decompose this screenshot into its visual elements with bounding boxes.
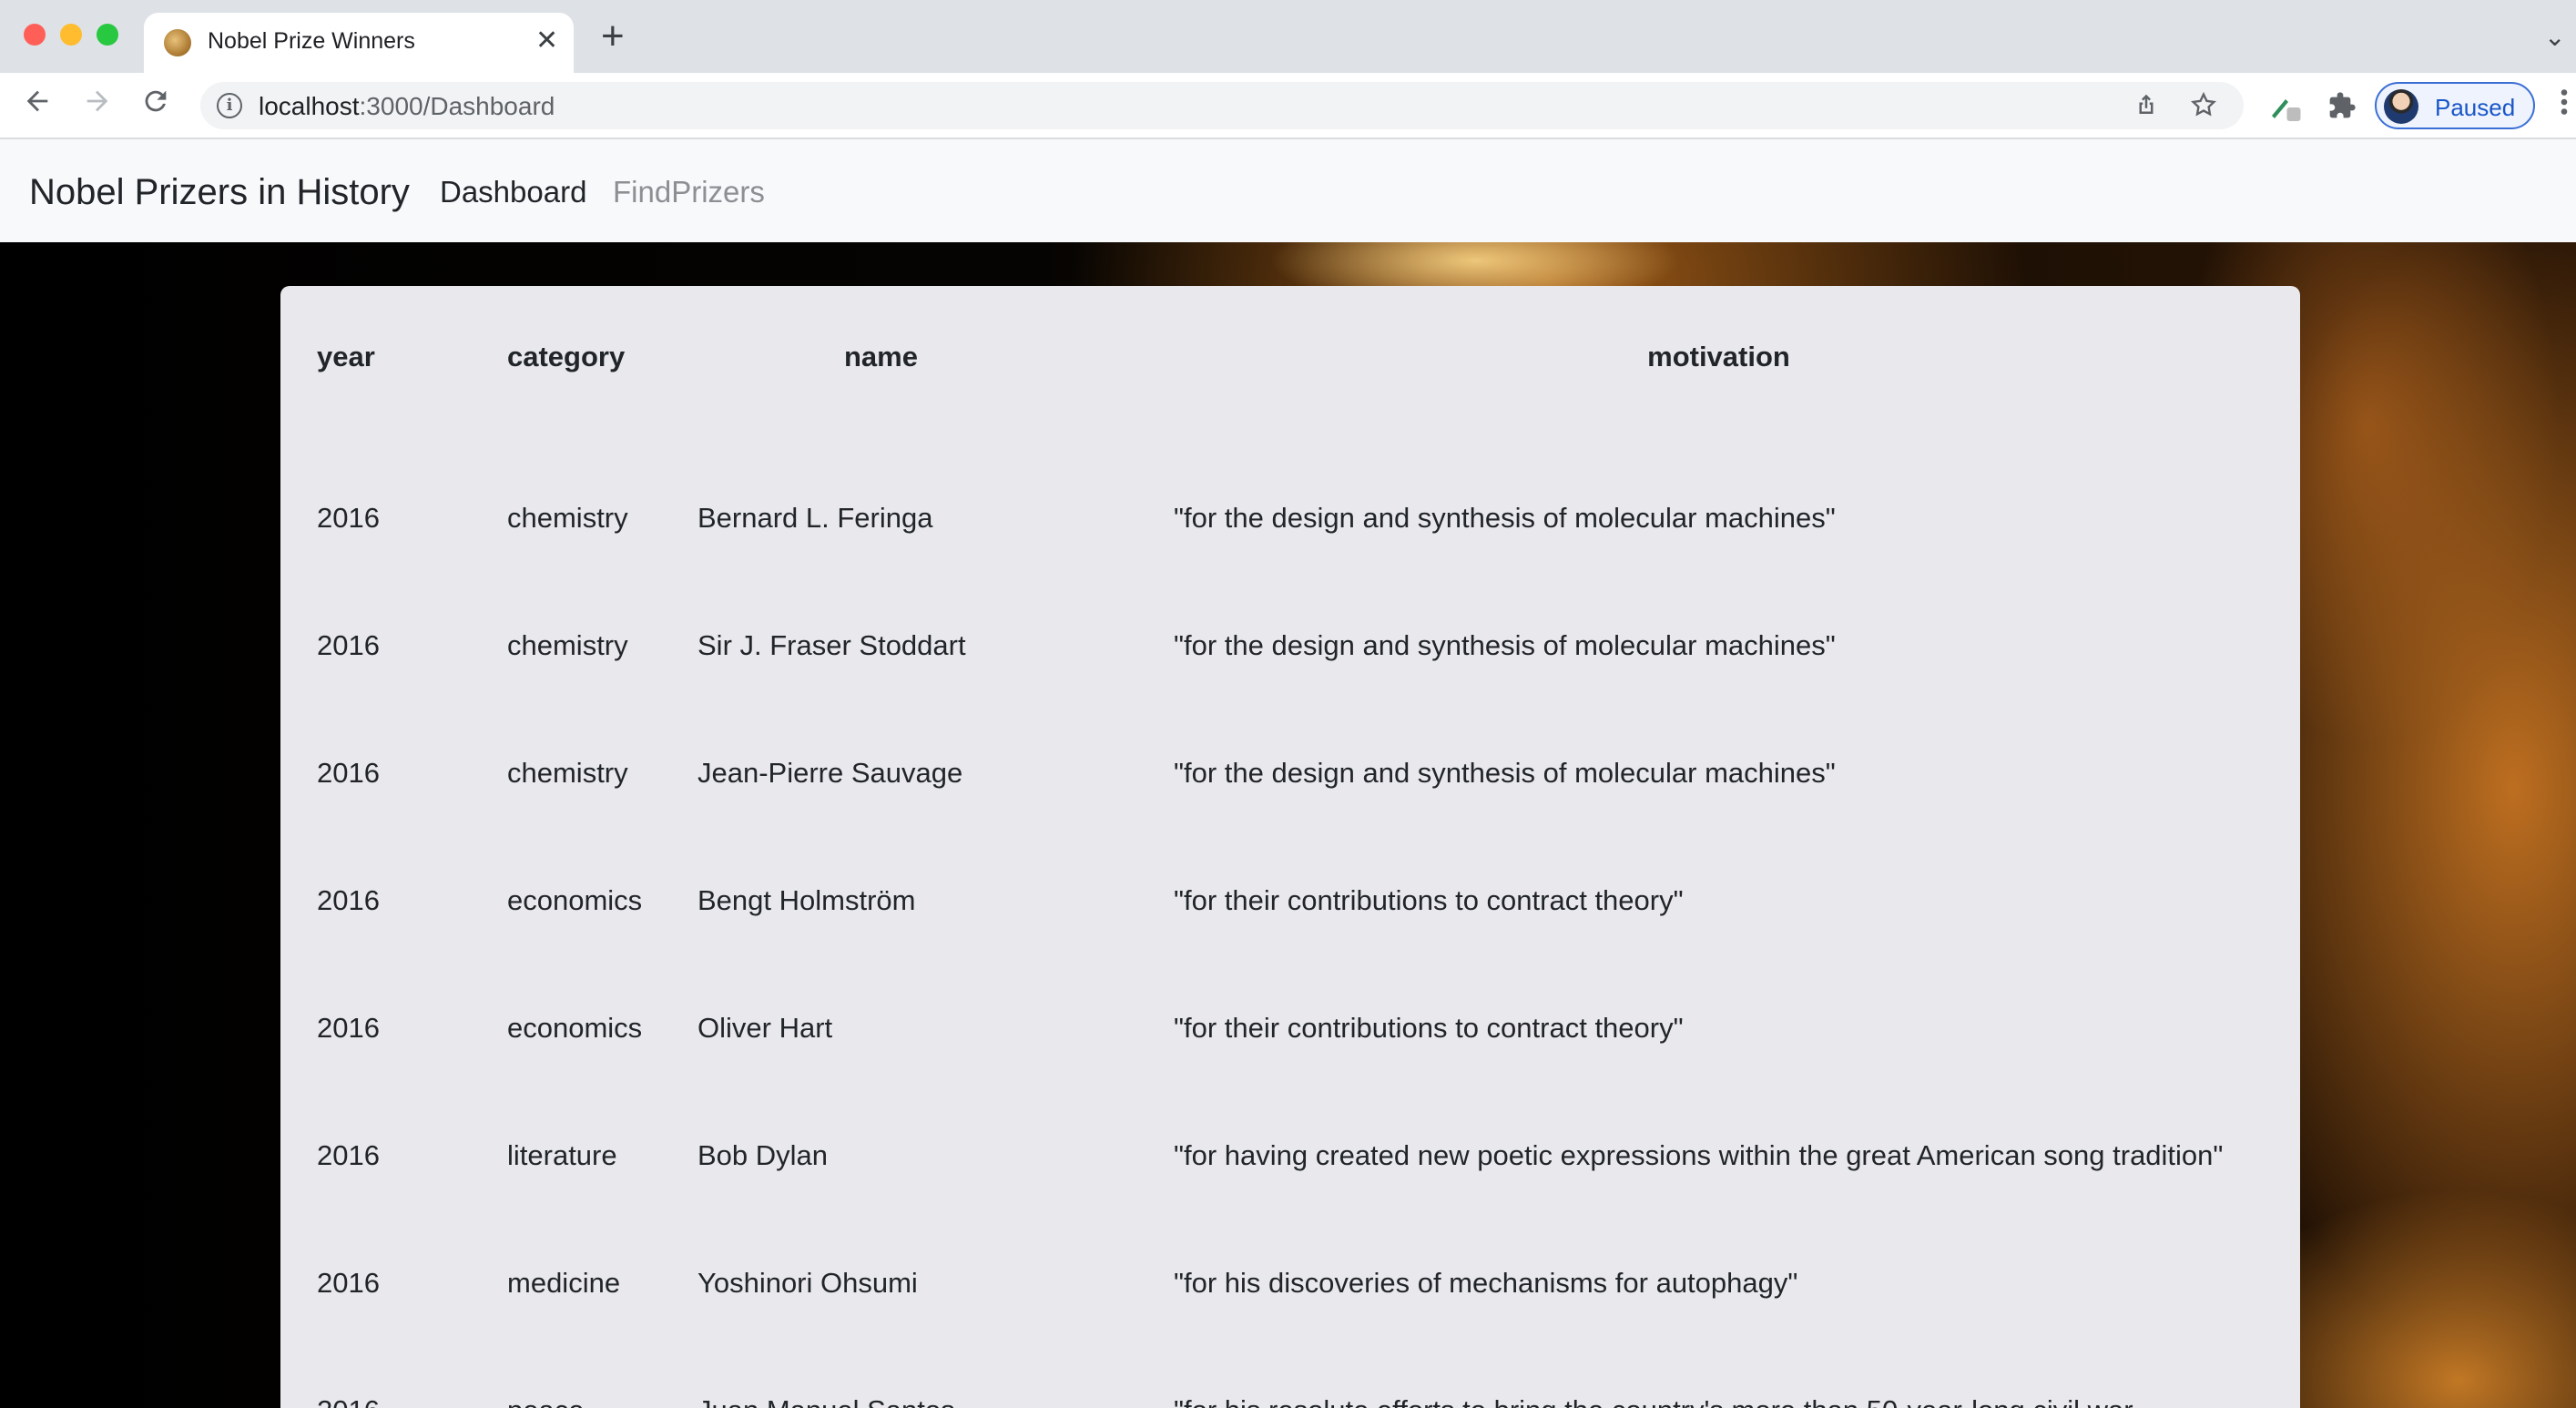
profile-button[interactable]: Paused — [2375, 82, 2535, 129]
cell-year: 2016 — [317, 501, 380, 534]
cell-motivation: "for the design and synthesis of molecul… — [1174, 628, 1836, 661]
cell-year: 2016 — [317, 756, 380, 789]
cell-category: chemistry — [507, 501, 628, 534]
url-text[interactable]: localhost:3000/Dashboard — [259, 92, 555, 121]
table-row: 2016 chemistry Sir J. Fraser Stoddart "f… — [317, 581, 2264, 709]
cell-motivation: "for his resolute efforts to bring the c… — [1174, 1346, 2264, 1408]
browser-tab[interactable]: Nobel Prize Winners ✕ — [144, 13, 574, 73]
cell-category: literature — [507, 1138, 617, 1171]
cell-motivation: "for the design and synthesis of molecul… — [1174, 756, 1836, 789]
table-row: 2016 medicine Yoshinori Ohsumi "for his … — [317, 1219, 2264, 1346]
column-header-year[interactable]: year — [317, 328, 507, 454]
cell-category: medicine — [507, 1266, 621, 1299]
cell-name: Yoshinori Ohsumi — [697, 1266, 918, 1299]
cell-name: Juan Manuel Santos — [697, 1346, 1174, 1408]
cell-name: Sir J. Fraser Stoddart — [697, 628, 966, 661]
cell-name: Bernard L. Feringa — [697, 501, 933, 534]
avatar — [2384, 89, 2418, 124]
table-row: 2016 literature Bob Dylan "for having cr… — [317, 1091, 2264, 1219]
table-row: 2016 economics Oliver Hart "for their co… — [317, 964, 2264, 1091]
cell-motivation: "for their contributions to contract the… — [1174, 1011, 1684, 1044]
table-row: 2016 economics Bengt Holmström "for thei… — [317, 836, 2264, 964]
cell-name: Bengt Holmström — [697, 883, 916, 916]
cell-year: 2016 — [317, 1346, 507, 1408]
cell-category: chemistry — [507, 628, 628, 661]
column-header-motivation[interactable]: motivation — [1174, 328, 2264, 454]
cell-motivation: "for having created new poetic expressio… — [1174, 1138, 2224, 1171]
column-header-name[interactable]: name — [697, 328, 1174, 454]
cell-motivation: "for his discoveries of mechanisms for a… — [1174, 1266, 1798, 1299]
browser-tab-strip: Nobel Prize Winners ✕ + ⌄ — [0, 0, 2576, 73]
cell-year: 2016 — [317, 883, 380, 916]
cell-year: 2016 — [317, 1266, 380, 1299]
bookmark-star-icon[interactable] — [2189, 89, 2218, 128]
tab-close-icon[interactable]: ✕ — [535, 26, 558, 56]
share-icon[interactable] — [2133, 89, 2160, 128]
url-host: localhost — [259, 92, 360, 120]
column-header-category[interactable]: category — [507, 328, 697, 454]
table-header-row: year category name motivation — [317, 328, 2264, 454]
cell-name: Oliver Hart — [697, 1011, 833, 1044]
cell-year: 2016 — [317, 628, 380, 661]
prize-table: year category name motivation 2016 chemi… — [317, 328, 2264, 1408]
close-window-button[interactable] — [24, 24, 46, 46]
back-arrow-icon[interactable] — [22, 86, 53, 124]
prize-table-card: year category name motivation 2016 chemi… — [280, 286, 2300, 1408]
cell-category: chemistry — [507, 756, 628, 789]
cell-motivation: "for their contributions to contract the… — [1174, 883, 1684, 916]
nav-link-findprizers[interactable]: FindPrizers — [613, 175, 765, 209]
tab-search-chevron-icon[interactable]: ⌄ — [2544, 22, 2565, 52]
reload-icon[interactable] — [140, 86, 171, 124]
profile-status-label: Paused — [2435, 94, 2516, 121]
nav-link-dashboard[interactable]: Dashboard — [440, 175, 586, 209]
address-bar[interactable]: i localhost:3000/Dashboard — [200, 82, 2244, 129]
cell-category: economics — [507, 883, 643, 916]
nobel-medal-favicon-icon — [164, 29, 191, 56]
extensions-puzzle-icon[interactable] — [2327, 91, 2357, 127]
tab-title: Nobel Prize Winners — [208, 28, 415, 54]
new-tab-button[interactable]: + — [601, 16, 625, 56]
cell-year: 2016 — [317, 1011, 380, 1044]
extension-pen-icon[interactable] — [2267, 91, 2304, 130]
table-row: 2016 chemistry Bernard L. Feringa "for t… — [317, 454, 2264, 581]
maximize-window-button[interactable] — [97, 24, 118, 46]
table-row: 2016 peace Juan Manuel Santos "for his r… — [317, 1346, 2264, 1408]
table-row: 2016 chemistry Jean-Pierre Sauvage "for … — [317, 709, 2264, 836]
cell-name: Bob Dylan — [697, 1138, 829, 1171]
site-info-icon[interactable]: i — [217, 93, 242, 118]
cell-category: peace — [507, 1346, 697, 1408]
background-image: year category name motivation 2016 chemi… — [0, 242, 2576, 1408]
cell-year: 2016 — [317, 1138, 380, 1171]
cell-motivation: "for the design and synthesis of molecul… — [1174, 501, 1836, 534]
browser-toolbar: i localhost:3000/Dashboard Paused — [0, 73, 2576, 139]
navbar-brand[interactable]: Nobel Prizers in History — [29, 172, 410, 213]
url-path: :3000/Dashboard — [359, 92, 555, 120]
cell-category: economics — [507, 1011, 643, 1044]
app-navbar: Nobel Prizers in History Dashboard FindP… — [0, 139, 2576, 242]
forward-arrow-icon[interactable] — [82, 86, 113, 124]
kebab-menu-icon[interactable] — [2559, 86, 2570, 127]
minimize-window-button[interactable] — [60, 24, 82, 46]
cell-name: Jean-Pierre Sauvage — [697, 756, 963, 789]
